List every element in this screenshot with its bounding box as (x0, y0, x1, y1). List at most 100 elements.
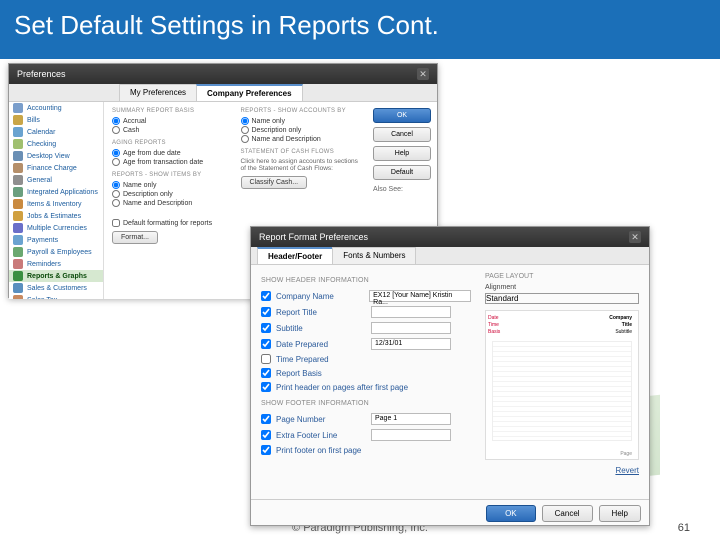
revert-button[interactable]: Revert (485, 466, 639, 475)
cancel-button[interactable]: Cancel (373, 127, 431, 142)
label-acct-name: Name only (252, 118, 285, 125)
sidebar-item-reports-graphs[interactable]: Reports & Graphs (9, 270, 103, 282)
preferences-titlebar[interactable]: Preferences ✕ (9, 64, 437, 84)
rfp-ok-button[interactable]: OK (486, 505, 536, 522)
sidebar-item-multiple-currencies[interactable]: Multiple Currencies (9, 222, 103, 234)
sidebar-item-general[interactable]: General (9, 174, 103, 186)
val-title[interactable] (371, 306, 451, 318)
chk-company-name[interactable] (261, 291, 271, 301)
sidebar-item-integrated-applications[interactable]: Integrated Applications (9, 186, 103, 198)
chk-print-footer-first[interactable] (261, 445, 271, 455)
sidebar-item-label: Checking (27, 141, 56, 148)
sidebar-item-bills[interactable]: Bills (9, 114, 103, 126)
chk-page-number[interactable] (261, 414, 271, 424)
rfp-help-button[interactable]: Help (599, 505, 641, 522)
val-date[interactable]: 12/31/01 (371, 338, 451, 350)
format-button[interactable]: Format... (112, 231, 158, 244)
help-button[interactable]: Help (373, 146, 431, 161)
sidebar-icon (13, 223, 23, 233)
label-name-desc: Name and Description (123, 200, 192, 207)
val-subtitle[interactable] (371, 322, 451, 334)
slide-title-bar: Set Default Settings in Reports Cont. (0, 0, 720, 59)
close-icon[interactable]: ✕ (417, 68, 429, 80)
preview-date: Date (488, 315, 499, 321)
prefs-sidebar: AccountingBills Calendar Checking Desktop V… (9, 102, 104, 299)
sidebar-item-items-inventory[interactable]: Items & Inventory (9, 198, 103, 210)
sidebar-item-label: Desktop View (27, 153, 70, 160)
sidebar-item-finance-charge[interactable]: Finance Charge (9, 162, 103, 174)
val-company[interactable]: EX12 [Your Name] Kristin Ra... (369, 290, 471, 302)
radio-acct-namedesc[interactable] (241, 135, 249, 143)
classify-cash-button[interactable]: Classify Cash... (241, 176, 308, 189)
chk-report-title[interactable] (261, 307, 271, 317)
tab-my-preferences[interactable]: My Preferences (119, 84, 197, 101)
checkbox-default-format[interactable] (112, 219, 120, 227)
rfp-tabbar: Header/Footer Fonts & Numbers (251, 247, 649, 265)
rfp-title: Report Format Preferences (259, 232, 368, 242)
rfp-body: SHOW HEADER INFORMATION Company NameEX12… (251, 265, 649, 499)
alignment-select[interactable]: Standard (485, 293, 639, 304)
sidebar-item-desktop-view[interactable]: Desktop View (9, 150, 103, 162)
radio-name-only[interactable] (112, 181, 120, 189)
sidebar-icon (13, 163, 23, 173)
sidebar-item-label: Calendar (27, 129, 55, 136)
sidebar-item-jobs-estimates[interactable]: Jobs & Estimates (9, 210, 103, 222)
sidebar-item-label: Payments (27, 237, 58, 244)
radio-accrual[interactable] (112, 117, 120, 125)
label-age-due: Age from due date (123, 150, 181, 157)
tab-fonts-numbers[interactable]: Fonts & Numbers (332, 247, 416, 264)
close-icon[interactable]: ✕ (629, 231, 641, 243)
ok-button[interactable]: OK (373, 108, 431, 123)
sidebar-item-payments[interactable]: Payments (9, 234, 103, 246)
preview-basis: Basis (488, 329, 500, 335)
chk-date-prepared[interactable] (261, 339, 271, 349)
radio-name-desc[interactable] (112, 199, 120, 207)
radio-acct-desc[interactable] (241, 126, 249, 134)
radio-age-due[interactable] (112, 149, 120, 157)
tab-header-footer[interactable]: Header/Footer (257, 247, 333, 264)
radio-cash[interactable] (112, 126, 120, 134)
lab-date: Date Prepared (276, 340, 366, 349)
val-pagenum[interactable]: Page 1 (371, 413, 451, 425)
sidebar-item-reminders[interactable]: Reminders (9, 258, 103, 270)
sidebar-icon (13, 235, 23, 245)
preview-title: Title (622, 322, 632, 328)
val-extra-footer[interactable] (371, 429, 451, 441)
preview-subtitle: Subtitle (615, 329, 632, 335)
chk-report-basis[interactable] (261, 368, 271, 378)
sidebar-item-accounting[interactable]: Accounting (9, 102, 103, 114)
sidebar-item-sales-tax[interactable]: Sales Tax (9, 294, 103, 299)
sidebar-item-checking[interactable]: Checking (9, 138, 103, 150)
sidebar-item-label: Items & Inventory (27, 201, 81, 208)
default-button[interactable]: Default (373, 165, 431, 180)
label-acct-namedesc: Name and Description (252, 136, 321, 143)
chk-print-header-after[interactable] (261, 382, 271, 392)
preferences-title: Preferences (17, 69, 66, 79)
sidebar-item-calendar[interactable]: Calendar (9, 126, 103, 138)
tab-company-preferences[interactable]: Company Preferences (196, 84, 302, 101)
preview-page: Page (620, 451, 632, 457)
lab-print-footer-first: Print footer on first page (276, 446, 361, 455)
label-age-txn: Age from transaction date (123, 159, 203, 166)
page-layout-head: PAGE LAYOUT (485, 273, 639, 280)
also-see-label: Also See: (373, 186, 431, 193)
rfp-cancel-button[interactable]: Cancel (542, 505, 593, 522)
chk-time-prepared[interactable] (261, 354, 271, 364)
sidebar-item-label: Sales & Customers (27, 285, 87, 292)
sidebar-icon (13, 175, 23, 185)
label-cash: Cash (123, 127, 139, 134)
sidebar-icon (13, 115, 23, 125)
radio-desc-only[interactable] (112, 190, 120, 198)
radio-age-txn[interactable] (112, 158, 120, 166)
sidebar-item-label: Jobs & Estimates (27, 213, 81, 220)
sidebar-item-label: Finance Charge (27, 165, 77, 172)
rfp-titlebar[interactable]: Report Format Preferences ✕ (251, 227, 649, 247)
label-acct-desc: Description only (252, 127, 302, 134)
chk-subtitle[interactable] (261, 323, 271, 333)
preview-company: Company (609, 315, 632, 321)
sidebar-item-sales-customers[interactable]: Sales & Customers (9, 282, 103, 294)
chk-extra-footer[interactable] (261, 430, 271, 440)
sidebar-item-label: Reminders (27, 261, 61, 268)
radio-acct-name[interactable] (241, 117, 249, 125)
sidebar-item-payroll-employees[interactable]: Payroll & Employees (9, 246, 103, 258)
